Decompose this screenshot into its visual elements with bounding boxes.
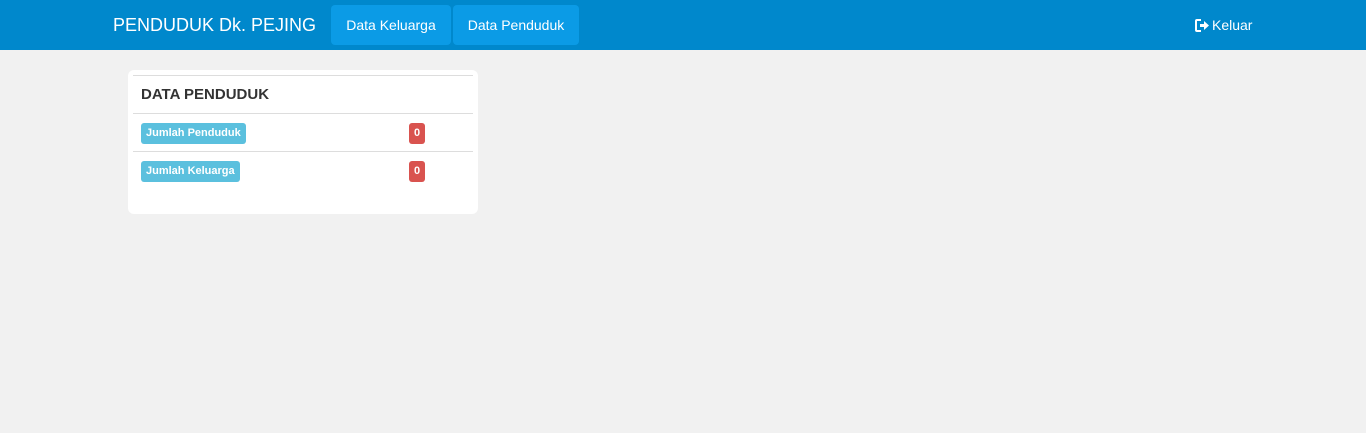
divider bbox=[133, 75, 473, 76]
divider bbox=[133, 113, 473, 114]
top-navbar: PENDUDUK Dk. PEJING Data Keluarga Data P… bbox=[0, 0, 1366, 50]
jumlah-keluarga-label: Jumlah Keluarga bbox=[141, 161, 240, 182]
nav-data-keluarga[interactable]: Data Keluarga bbox=[331, 5, 451, 45]
panel-title: DATA PENDUDUK bbox=[141, 86, 270, 103]
nav-data-penduduk[interactable]: Data Penduduk bbox=[453, 5, 579, 45]
jumlah-penduduk-count-badge: 0 bbox=[409, 123, 425, 144]
logout-link[interactable]: Keluar bbox=[1195, 0, 1252, 50]
logout-label: Keluar bbox=[1212, 17, 1253, 33]
sign-out-icon bbox=[1195, 18, 1209, 32]
jumlah-keluarga-count-badge: 0 bbox=[409, 161, 425, 182]
divider bbox=[133, 151, 473, 152]
brand-title[interactable]: PENDUDUK Dk. PEJING bbox=[113, 0, 316, 50]
jumlah-penduduk-label: Jumlah Penduduk bbox=[141, 123, 246, 144]
data-penduduk-panel: DATA PENDUDUK Jumlah Penduduk 0 Jumlah K… bbox=[128, 70, 478, 214]
